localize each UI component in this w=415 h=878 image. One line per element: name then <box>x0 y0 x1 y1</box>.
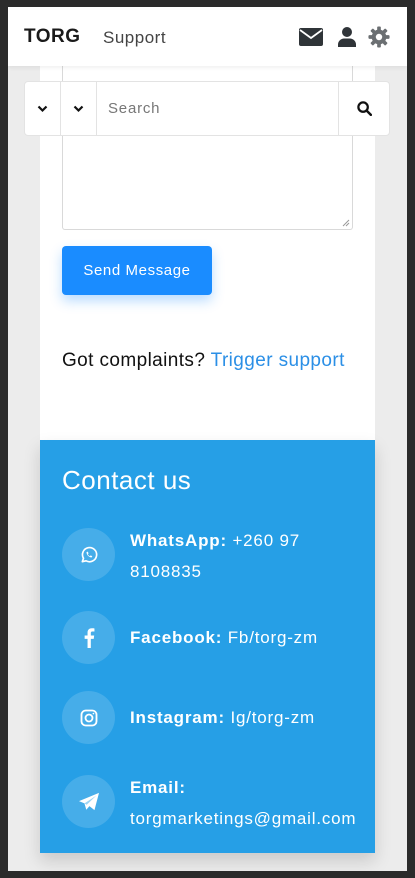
telegram-icon[interactable] <box>62 775 115 828</box>
filter-select[interactable] <box>61 82 97 135</box>
facebook-icon[interactable] <box>62 611 115 664</box>
contact-email-text: Email: torgmarketings@gmail.com <box>130 772 375 834</box>
category-select[interactable] <box>25 82 61 135</box>
contact-instagram-value[interactable]: Ig/torg-zm <box>230 708 315 727</box>
contact-instagram-text: Instagram: Ig/torg-zm <box>130 702 315 733</box>
send-message-button[interactable]: Send Message <box>62 246 212 295</box>
chevron-down-icon <box>73 105 84 112</box>
contact-facebook-value[interactable]: Fb/torg-zm <box>228 628 318 647</box>
contact-email-label: Email: <box>130 778 186 797</box>
top-navbar: TORG Support <box>8 7 407 66</box>
contact-whatsapp-text: WhatsApp: +260 97 8108835 <box>130 525 375 587</box>
contact-instagram-label: Instagram: <box>130 708 225 727</box>
search-button[interactable] <box>338 82 389 135</box>
nav-support-link[interactable]: Support <box>103 28 166 48</box>
search-input[interactable] <box>97 82 340 135</box>
instagram-icon[interactable] <box>62 691 115 744</box>
whatsapp-icon[interactable] <box>62 528 115 581</box>
search-bar <box>24 81 390 136</box>
envelope-icon[interactable] <box>298 25 324 49</box>
complaints-text: Got complaints? Trigger support <box>62 346 362 375</box>
contact-facebook-text: Facebook: Fb/torg-zm <box>130 622 318 653</box>
chevron-down-icon <box>37 105 48 112</box>
trigger-support-link[interactable]: Trigger support <box>211 350 345 371</box>
contact-section: Contact us WhatsApp: +260 97 8108835 Fac… <box>40 440 375 853</box>
search-icon <box>356 101 372 116</box>
resize-handle-icon[interactable] <box>342 219 350 227</box>
contact-facebook-label: Facebook: <box>130 628 223 647</box>
brand-logo[interactable]: TORG <box>24 26 81 48</box>
contact-email-value[interactable]: torgmarketings@gmail.com <box>130 809 356 828</box>
complaints-label: Got complaints? <box>62 350 206 371</box>
browser-viewport: Send Message Got complaints? Trigger sup… <box>8 7 407 871</box>
contact-whatsapp-label: WhatsApp: <box>130 531 227 550</box>
contact-title: Contact us <box>62 465 192 495</box>
gear-icon[interactable] <box>367 25 391 49</box>
user-icon[interactable] <box>337 25 357 49</box>
